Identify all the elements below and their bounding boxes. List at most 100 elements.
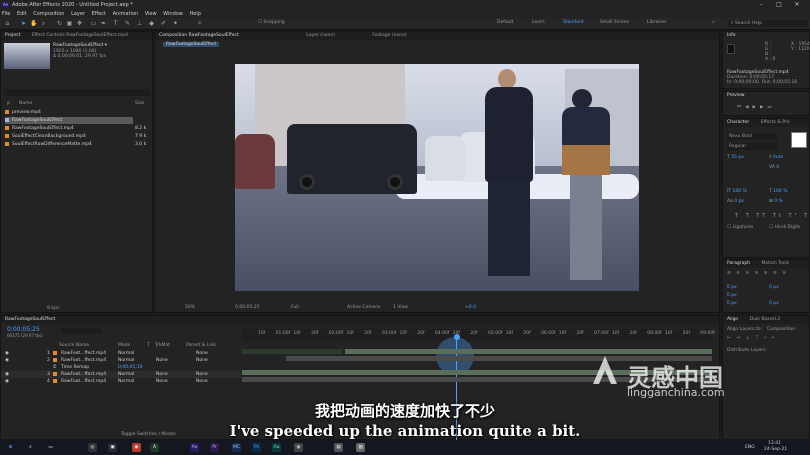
layer-mode[interactable]: Normal <box>118 350 134 357</box>
first-frame-icon[interactable]: ⏮ <box>737 105 745 110</box>
list-item[interactable]: SoulEffectRawDifferenceMatte.mp4 3.0 k <box>5 141 150 148</box>
fill-color-swatch[interactable] <box>791 132 807 148</box>
space-after-value[interactable]: 0 px <box>769 301 779 306</box>
composition-viewer[interactable] <box>235 64 639 291</box>
menu-effect[interactable]: Effect <box>92 11 106 17</box>
table-row[interactable]: ⏱ Time Remap 0;00;05;19 <box>1 364 241 371</box>
tab-project[interactable]: Project <box>5 33 20 38</box>
workspace-small-screen[interactable]: Small Screen <box>600 20 629 25</box>
visibility-icon[interactable]: ◉ <box>5 350 9 357</box>
table-row[interactable]: ◉ 4 RawFoot...ffect.mp4 Normal None None <box>1 378 241 385</box>
exposure-readout[interactable]: +0.0 <box>465 303 476 312</box>
eraser-tool-icon[interactable]: ◆ <box>148 20 155 27</box>
menu-layer[interactable]: Layer <box>71 11 85 17</box>
roto-brush-tool-icon[interactable]: ✐ <box>160 20 167 27</box>
layer-mode[interactable]: Normal <box>118 357 134 364</box>
tsume-value[interactable]: 0 % <box>774 199 783 204</box>
list-item[interactable]: preview.mp4 <box>5 109 150 116</box>
align-target-select[interactable]: Composition <box>767 327 795 332</box>
workspace-more-button[interactable]: » <box>712 20 715 25</box>
app-icon[interactable]: ◎ <box>88 443 97 452</box>
tab-timeline[interactable]: RawFootageSoulEffect <box>5 317 55 322</box>
tracking-value[interactable]: 0 <box>776 165 779 170</box>
app-icon[interactable]: ▧ <box>356 443 365 452</box>
minimize-button[interactable]: – <box>752 0 770 10</box>
text-style-buttons[interactable]: T T TT Tt T¹ T₁ <box>735 213 810 219</box>
tab-paragraph[interactable]: Paragraph <box>727 261 750 266</box>
workspace-libraries[interactable]: Libraries <box>647 20 666 25</box>
workspace-learn[interactable]: Learn <box>532 20 545 25</box>
app-icon[interactable]: A <box>150 443 159 452</box>
layer-trkmat[interactable]: None <box>156 357 168 364</box>
taskbar-ae-icon[interactable]: Ae <box>190 443 199 452</box>
layer-parent[interactable]: None <box>196 371 208 378</box>
list-item[interactable]: RawFootageSoulEffect <box>5 117 133 124</box>
list-item[interactable]: RawFootageSoulEffect.mp4 8.2 k <box>5 125 150 132</box>
pin-tool-icon[interactable]: ✧ <box>196 20 203 27</box>
tab-motion-tools[interactable]: Motion Tools <box>762 261 790 266</box>
time-ruler[interactable]: 10f 01:00f 10f 20f 02:00f 10f 20f 03:00f 10f 20f 0… <box>242 329 715 341</box>
horizontal-scale-value[interactable]: 100 % <box>773 189 787 194</box>
table-row[interactable]: ◉ 2 RawFoot...ffect.mp4 Normal None None <box>1 357 241 364</box>
search-icon[interactable]: ⌕ <box>26 443 35 452</box>
list-item[interactable]: SoulEffectCleanBackground.mp4 7.9 k <box>5 133 150 140</box>
menu-view[interactable]: View <box>145 11 157 17</box>
last-frame-icon[interactable]: ⏭ <box>767 105 775 110</box>
clone-stamp-tool-icon[interactable]: ⊥ <box>136 20 143 27</box>
layer-mode[interactable]: Normal <box>118 378 134 385</box>
language-indicator[interactable]: ENG <box>745 445 755 450</box>
pen-tool-icon[interactable]: ✒ <box>100 20 107 27</box>
baseline-value[interactable]: 0 px <box>734 199 744 204</box>
rectangle-tool-icon[interactable]: ▭ <box>90 20 97 27</box>
search-help-input[interactable]: ⌕ Search Help <box>728 20 808 27</box>
chrome-icon[interactable]: ◉ <box>132 443 141 452</box>
font-style-select[interactable]: Regular <box>727 143 777 150</box>
app-icon[interactable]: ▤ <box>334 443 343 452</box>
font-size-value[interactable]: 55 px <box>731 155 744 160</box>
hindi-digits-checkbox[interactable]: ☐ Hindi Digits <box>769 225 800 230</box>
menu-edit[interactable]: Edit <box>17 11 27 17</box>
pan-behind-tool-icon[interactable]: ✥ <box>76 20 83 27</box>
app-icon[interactable]: ◍ <box>294 443 303 452</box>
resolution-select[interactable]: Full <box>291 303 299 312</box>
vertical-scale-value[interactable]: 100 % <box>733 189 747 194</box>
magnification-select[interactable]: 50% <box>185 303 195 312</box>
tab-effects-presets[interactable]: Effects & Pre <box>761 120 790 125</box>
windows-start-icon[interactable]: ⊞ <box>6 443 15 452</box>
workspace-default[interactable]: Default <box>497 20 513 25</box>
workspace-standard[interactable]: Standard <box>563 20 583 25</box>
selection-tool-icon[interactable]: ➤ <box>20 20 27 27</box>
layer-track-bar[interactable] <box>242 349 342 354</box>
layer-trkmat[interactable]: None <box>156 378 168 385</box>
layer-mode[interactable]: Normal <box>118 371 134 378</box>
bpc-label[interactable]: 8 bpc <box>47 306 59 311</box>
brush-tool-icon[interactable]: ✎ <box>124 20 131 27</box>
timeline-search-input[interactable] <box>61 328 101 334</box>
tab-align[interactable]: Align <box>727 317 738 322</box>
timeline-timecode[interactable]: 0;00;05;25 <box>7 326 40 333</box>
taskbar-mc-icon[interactable]: MC <box>232 443 241 452</box>
layer-parent[interactable]: None <box>196 378 208 385</box>
puppet-tool-icon[interactable]: ✦ <box>172 20 179 27</box>
zoom-tool-icon[interactable]: ⌕ <box>40 20 47 27</box>
tab-character[interactable]: Character <box>727 120 749 125</box>
task-view-icon[interactable]: ▭ <box>46 443 55 452</box>
type-tool-icon[interactable]: T <box>112 20 119 27</box>
project-search-input[interactable]: ρ <box>4 89 150 106</box>
indent-right-value[interactable]: 0 px <box>769 285 779 290</box>
taskbar-ps-icon[interactable]: Ps <box>252 443 261 452</box>
tab-duik[interactable]: Duik Bassel.2 <box>750 317 780 322</box>
composition-breadcrumb[interactable]: RawFootageSoulEffect <box>163 42 220 47</box>
menu-file[interactable]: File <box>2 11 10 17</box>
taskbar-pr-icon[interactable]: Pr <box>210 443 219 452</box>
taskbar-au-icon[interactable]: Au <box>272 443 281 452</box>
clock-date[interactable]: 24-Sep-21 <box>764 447 787 452</box>
tab-footage[interactable]: Footage (none) <box>372 33 406 38</box>
align-buttons[interactable]: ⊢ ⊣ ⊥ ⊤ ⊦ ⊧ <box>727 336 777 341</box>
visibility-icon[interactable]: ◉ <box>5 357 9 364</box>
current-time-readout[interactable]: 0;00;05;25 <box>235 303 260 312</box>
font-family-select[interactable]: Nexa Bold <box>727 133 777 140</box>
folder-icon[interactable]: ▣ <box>108 443 117 452</box>
home-icon[interactable]: ⌂ <box>4 20 11 27</box>
leading-value[interactable]: Auto <box>773 155 783 160</box>
